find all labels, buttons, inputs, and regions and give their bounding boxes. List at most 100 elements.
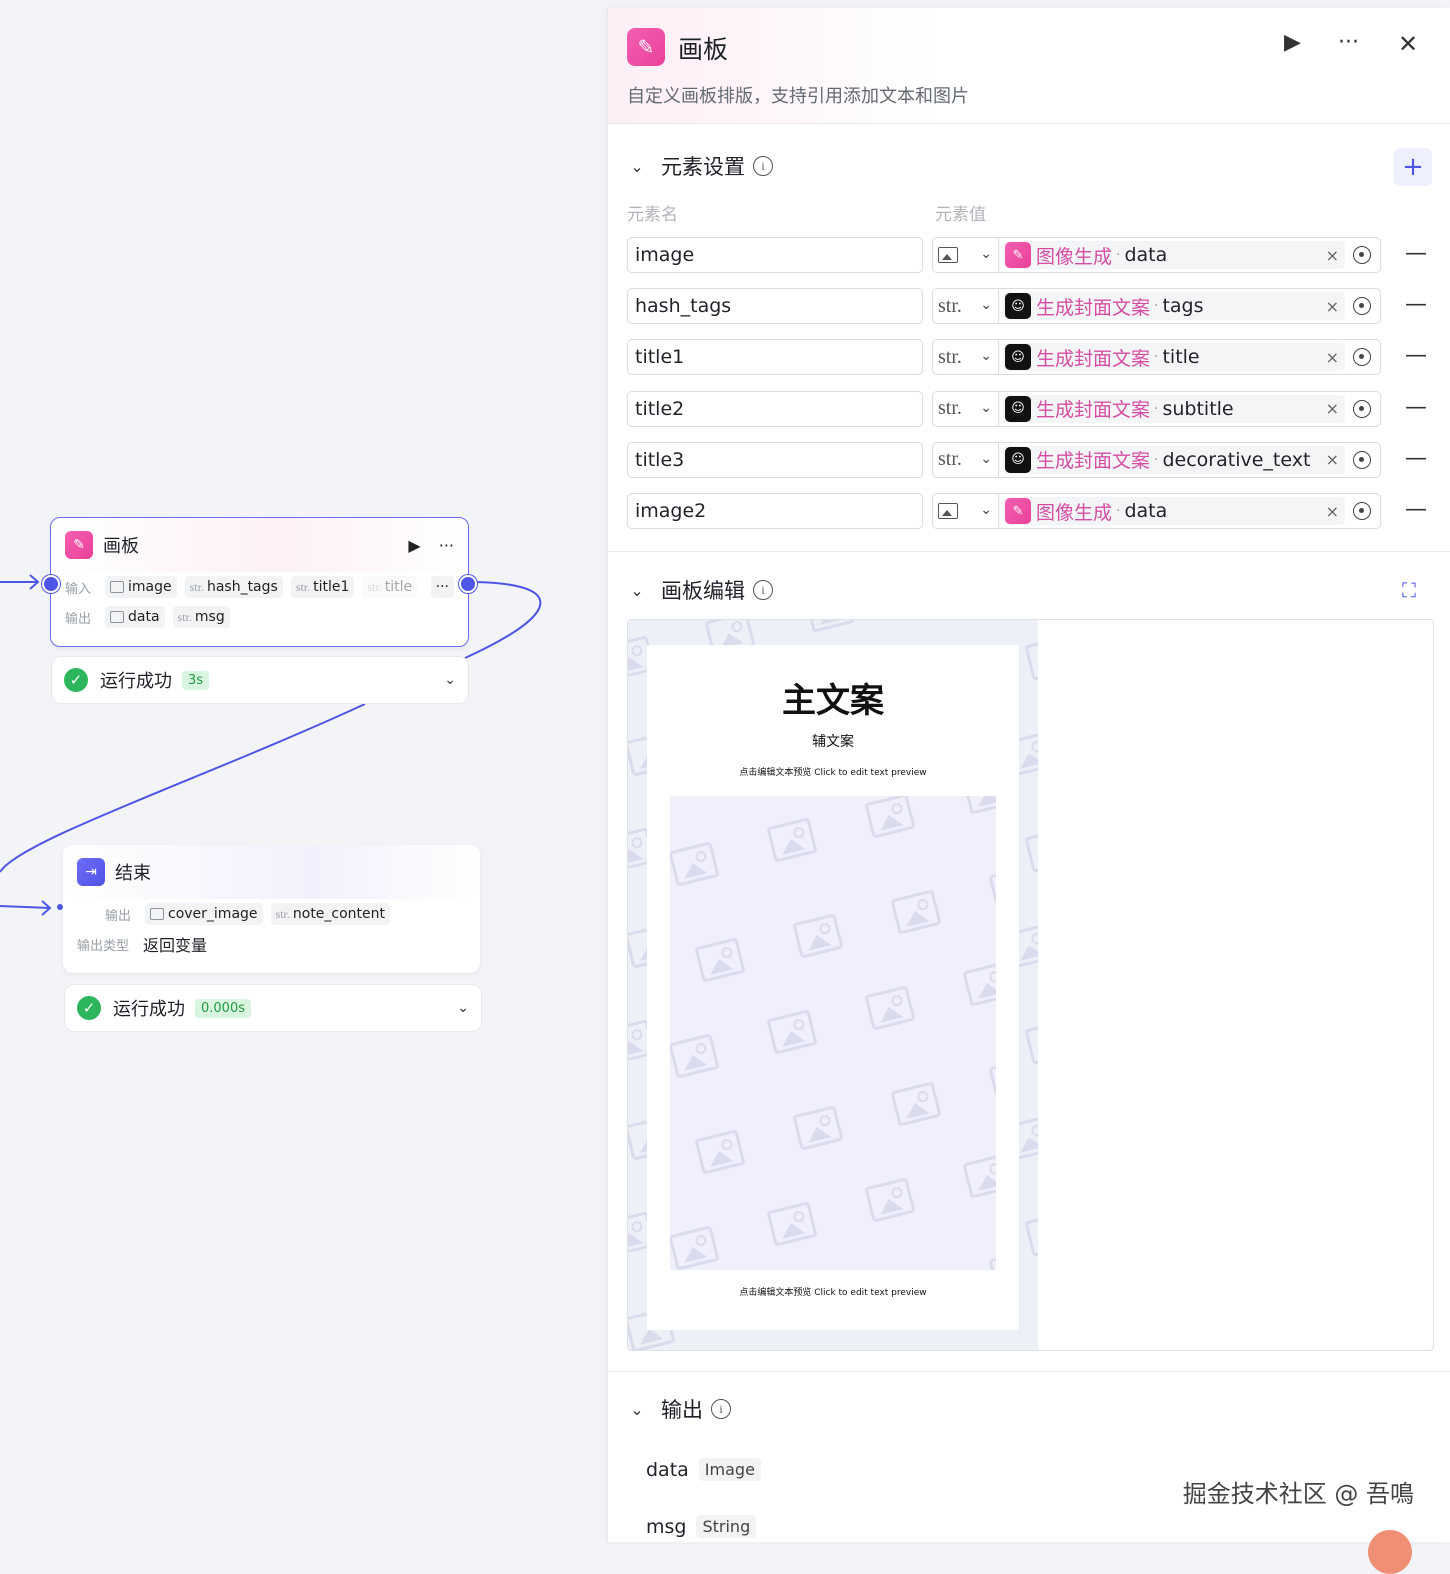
output-name: msg (646, 1515, 687, 1538)
image-placeholder-icon (1024, 1211, 1038, 1257)
add-element-button[interactable]: + (1394, 148, 1432, 186)
chevron-down-icon[interactable]: ⌄ (627, 1400, 647, 1419)
clear-icon[interactable]: × (1326, 502, 1339, 521)
chevron-down-icon[interactable]: ⌄ (457, 1000, 469, 1016)
clear-icon[interactable]: × (1326, 399, 1339, 418)
element-value-ref[interactable]: ✎ 图像生成 · data × (998, 493, 1381, 529)
chevron-down-icon[interactable]: ⌄ (627, 581, 647, 600)
element-row: title1 str. ⌄ ☺ 生成封面文案 · title × — (627, 339, 1427, 377)
ref-chip: ☺ 生成封面文案 · tags × (1003, 292, 1345, 321)
board-preview[interactable]: 主文案 辅文案 点击编辑文本预览 Click to edit text prev… (627, 619, 1434, 1351)
variable-picker-icon[interactable] (1353, 502, 1371, 520)
board-text-hint[interactable]: 点击编辑文本预览 Click to edit text preview (647, 765, 1019, 778)
source-field: decorative_text (1162, 448, 1311, 471)
remove-element-button[interactable]: — (1405, 343, 1427, 368)
source-field: title (1162, 346, 1200, 369)
variable-picker-icon[interactable] (1353, 297, 1371, 316)
end-status-bar[interactable]: ✓ 运行成功 0.000s ⌄ (64, 984, 482, 1032)
info-icon[interactable]: i (753, 156, 773, 176)
board-sub-text[interactable]: 辅文案 (647, 731, 1019, 751)
ref-chip: ✎ 图像生成 · data × (1003, 241, 1345, 269)
run-icon[interactable]: ▶ (1284, 30, 1301, 55)
board-text-hint[interactable]: 点击编辑文本预览 Click to edit text preview (647, 1285, 1019, 1298)
variable-picker-icon[interactable] (1353, 450, 1371, 469)
info-icon[interactable]: i (711, 1399, 731, 1419)
check-icon: ✓ (64, 668, 88, 692)
separator: · (1154, 349, 1159, 366)
end-input-port[interactable] (57, 904, 63, 910)
more-icon[interactable]: ··· (1338, 30, 1359, 55)
end-node[interactable]: ⇥ 结束 输出 cover_image str. note_content 输出类… (63, 845, 480, 973)
source-node-name: 生成封面文案 (1036, 450, 1151, 473)
more-inputs-button[interactable]: ··· (430, 576, 454, 598)
status-text: 运行成功 (100, 671, 172, 692)
variable-picker-icon[interactable] (1353, 246, 1371, 264)
board-input-port[interactable] (42, 575, 60, 593)
element-type-select[interactable]: str. ⌄ (932, 441, 998, 478)
element-type-select[interactable]: str. ⌄ (932, 390, 998, 427)
element-value-ref[interactable]: ☺ 生成封面文案 · subtitle × (998, 390, 1381, 427)
floating-action-button[interactable] (1368, 1530, 1412, 1574)
element-name-input[interactable]: title3 (627, 441, 923, 478)
variable-picker-icon[interactable] (1353, 348, 1371, 367)
remove-element-button[interactable]: — (1405, 395, 1427, 420)
element-name-input[interactable]: title1 (627, 339, 923, 376)
element-settings-header[interactable]: ⌄ 元素设置 i (627, 146, 773, 186)
fullscreen-icon[interactable]: ⛶ (1402, 578, 1416, 602)
source-node-icon: ✎ (1005, 498, 1031, 524)
clear-icon[interactable]: × (1326, 450, 1339, 469)
clear-icon[interactable]: × (1326, 348, 1339, 367)
remove-element-button[interactable]: — (1405, 497, 1427, 522)
element-type-select[interactable]: ⌄ (932, 237, 998, 273)
chevron-down-icon[interactable]: ⌄ (627, 157, 647, 176)
element-value-ref[interactable]: ☺ 生成封面文案 · title × (998, 339, 1381, 376)
more-icon[interactable]: ··· (439, 536, 454, 555)
panel-header: ✎ 画板 ▶ ··· ✕ 自定义画板排版，支持引用添加文本和图片 (608, 8, 1450, 124)
output-item: data Image (646, 1458, 761, 1481)
element-name-input[interactable]: title2 (627, 390, 923, 427)
clear-icon[interactable]: × (1326, 297, 1339, 316)
element-name-input[interactable]: hash_tags (627, 288, 923, 325)
board-image-placeholder[interactable] (670, 796, 996, 1270)
board-status-bar[interactable]: ✓ 运行成功 3s ⌄ (51, 656, 469, 704)
element-type-select[interactable]: str. ⌄ (932, 339, 998, 376)
image-placeholder-icon (670, 841, 720, 887)
image-placeholder-icon (792, 913, 844, 959)
board-main-text[interactable]: 主文案 (647, 673, 1019, 722)
source-node-icon: ☺ (1005, 344, 1031, 371)
element-value-ref[interactable]: ✎ 图像生成 · data × (998, 237, 1381, 273)
board-output-port[interactable] (459, 575, 477, 593)
board-page[interactable]: 主文案 辅文案 点击编辑文本预览 Click to edit text prev… (647, 645, 1019, 1330)
input-label: 输入 (65, 581, 92, 597)
element-name-input[interactable]: image2 (627, 493, 923, 529)
info-icon[interactable]: i (753, 580, 773, 600)
workflow-canvas[interactable]: ✎ 画板 ▶ ··· 输入 image str. hash_tags str. ti… (0, 0, 607, 1542)
chevron-down-icon[interactable]: ⌄ (444, 672, 456, 688)
remove-element-button[interactable]: — (1405, 241, 1427, 266)
element-type-select[interactable]: str. ⌄ (932, 288, 998, 325)
remove-element-button[interactable]: — (1405, 446, 1427, 471)
end-node-header: ⇥ 结束 (63, 845, 480, 899)
variable-picker-icon[interactable] (1353, 399, 1371, 418)
output-type: String (696, 1515, 757, 1538)
element-value-ref[interactable]: ☺ 生成封面文案 · tags × (998, 288, 1381, 325)
image-placeholder-icon (890, 889, 942, 935)
close-icon[interactable]: ✕ (1398, 30, 1418, 58)
separator: · (1154, 298, 1159, 315)
element-name-input[interactable]: image (627, 237, 923, 273)
duration-badge: 3s (182, 670, 210, 690)
remove-element-button[interactable]: — (1405, 292, 1427, 317)
ref-chip: ☺ 生成封面文案 · decorative_text × (1003, 445, 1345, 474)
image-placeholder-icon (988, 1249, 996, 1270)
board-node[interactable]: ✎ 画板 ▶ ··· 输入 image str. hash_tags str. ti… (50, 517, 469, 647)
element-type-select[interactable]: ⌄ (932, 493, 998, 529)
status-text: 运行成功 (113, 999, 185, 1020)
board-editor-header[interactable]: ⌄ 画板编辑 i (627, 570, 773, 610)
output-header[interactable]: ⌄ 输出 i (627, 1389, 731, 1429)
input-tag: str. title1 (290, 576, 355, 598)
element-value-ref[interactable]: ☺ 生成封面文案 · decorative_text × (998, 441, 1381, 478)
clear-icon[interactable]: × (1326, 246, 1339, 265)
output-tag: str. msg (172, 606, 230, 628)
image-placeholder-icon (694, 1129, 746, 1175)
run-icon[interactable]: ▶ (408, 536, 420, 555)
